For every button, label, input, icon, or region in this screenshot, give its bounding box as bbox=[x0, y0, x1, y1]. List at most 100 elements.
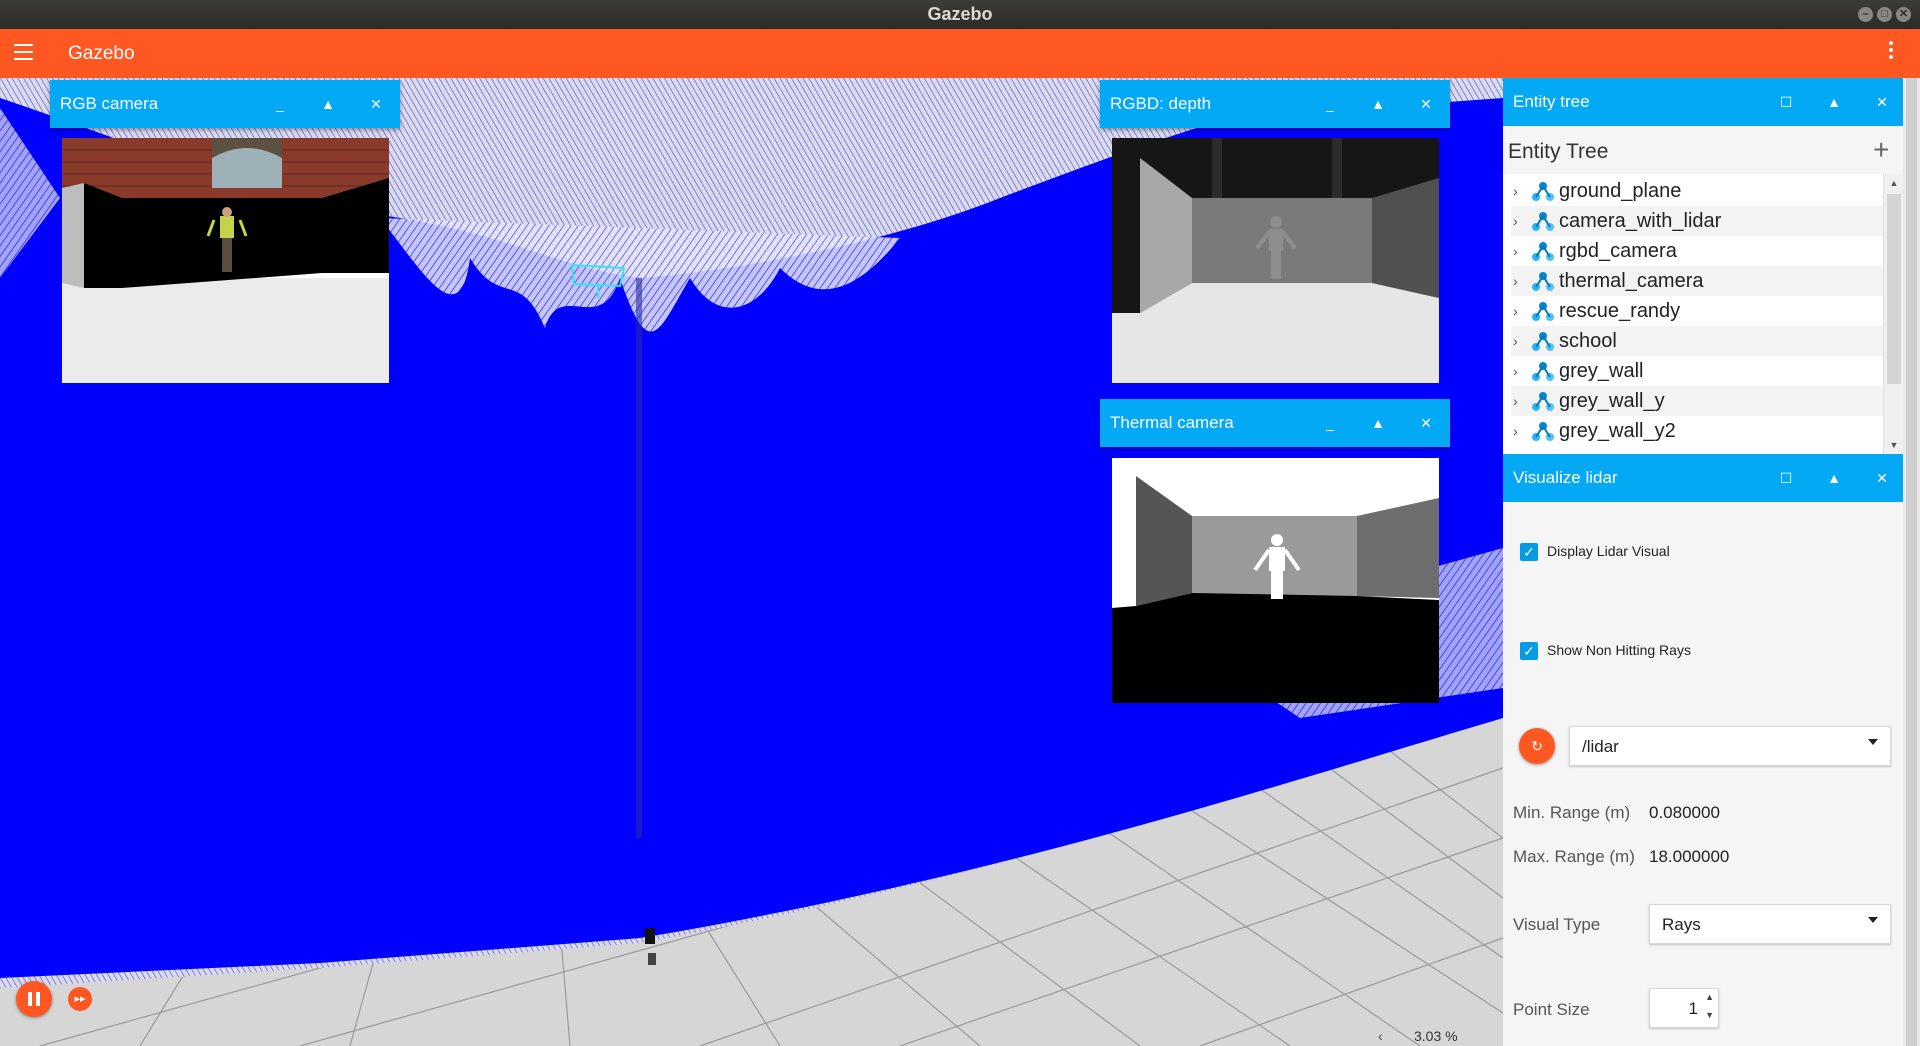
right-panel-scrollbar[interactable] bbox=[1903, 78, 1920, 1046]
entity-tree-item[interactable]: › rgbd_camera bbox=[1511, 236, 1883, 266]
entity-tree-item[interactable]: › grey_wall_y2 bbox=[1511, 416, 1883, 446]
entity-tree-item[interactable]: › rescue_randy bbox=[1511, 296, 1883, 326]
dock-up-icon[interactable]: ▲ bbox=[1366, 92, 1390, 116]
display-lidar-label: Display Lidar Visual bbox=[1547, 543, 1670, 559]
chevron-right-icon[interactable]: › bbox=[1513, 296, 1518, 326]
model-icon bbox=[1532, 182, 1554, 201]
entity-name: ground_plane bbox=[1559, 180, 1682, 202]
thermal-camera-panel-bar[interactable]: Thermal camera _ ▲ ✕ bbox=[1100, 399, 1450, 447]
thermal-camera-title: Thermal camera bbox=[1110, 413, 1234, 432]
chevron-right-icon[interactable]: › bbox=[1513, 326, 1518, 356]
entity-name: grey_wall_y bbox=[1559, 390, 1665, 412]
chevron-right-icon[interactable]: › bbox=[1513, 176, 1518, 206]
show-non-hitting-rays-label: Show Non Hitting Rays bbox=[1547, 642, 1691, 658]
visualize-lidar-panel-bar[interactable]: Visualize lidar ☐ ▲ ✕ bbox=[1503, 454, 1903, 502]
dock-up-icon[interactable]: ▲ bbox=[1822, 90, 1846, 114]
close-icon[interactable]: ✕ bbox=[1414, 92, 1438, 116]
entity-tree-item[interactable]: › grey_wall bbox=[1511, 356, 1883, 386]
pause-button[interactable] bbox=[16, 981, 52, 1017]
visual-type-select[interactable]: Rays bbox=[1649, 904, 1891, 944]
add-entity-icon[interactable]: + bbox=[1873, 134, 1889, 166]
close-icon[interactable]: ✕ bbox=[364, 92, 388, 116]
rgbd-depth-image bbox=[1112, 138, 1439, 383]
minimize-window-icon[interactable]: – bbox=[1858, 7, 1873, 22]
entity-tree-item[interactable]: › camera_with_lidar bbox=[1511, 206, 1883, 236]
entity-tree-list: › ground_plane › camera_with_lidar › rgbd_cam… bbox=[1503, 174, 1903, 454]
max-range-label: Max. Range (m) bbox=[1513, 847, 1635, 866]
model-icon bbox=[1532, 242, 1554, 261]
display-lidar-checkbox[interactable]: ✓ bbox=[1520, 543, 1538, 561]
entity-tree-item[interactable]: › grey_wall_y bbox=[1511, 386, 1883, 416]
maximize-icon[interactable]: ☐ bbox=[1774, 466, 1798, 490]
close-icon[interactable]: ✕ bbox=[1870, 466, 1894, 490]
rgb-camera-title: RGB camera bbox=[60, 94, 159, 113]
rgb-camera-image bbox=[62, 138, 389, 383]
model-icon bbox=[1532, 302, 1554, 321]
show-non-hitting-rays-checkbox[interactable]: ✓ bbox=[1520, 642, 1538, 660]
model-icon bbox=[1532, 422, 1554, 441]
min-range-value: 0.080000 bbox=[1649, 803, 1720, 822]
step-forward-icon[interactable]: ▸▸ bbox=[68, 987, 92, 1011]
entity-tree-heading: Entity Tree bbox=[1508, 140, 1609, 163]
thermal-camera-image bbox=[1112, 458, 1439, 703]
entity-name: grey_wall bbox=[1559, 360, 1644, 382]
chevron-right-icon[interactable]: › bbox=[1513, 266, 1518, 296]
hamburger-menu-icon[interactable] bbox=[14, 44, 33, 60]
minimize-icon[interactable]: _ bbox=[1318, 411, 1342, 435]
decrement-icon[interactable]: ▼ bbox=[1705, 1010, 1714, 1020]
model-icon bbox=[1532, 272, 1554, 291]
entity-tree-scrollbar[interactable]: ▲ ▼ bbox=[1883, 174, 1903, 454]
entity-name: rgbd_camera bbox=[1559, 240, 1677, 262]
entity-name: rescue_randy bbox=[1559, 300, 1681, 322]
model-icon bbox=[1532, 212, 1554, 231]
visual-type-value: Rays bbox=[1662, 915, 1701, 934]
entity-name: thermal_camera bbox=[1559, 270, 1704, 292]
chevron-right-icon[interactable]: › bbox=[1513, 356, 1518, 386]
entity-tree-item[interactable]: › school bbox=[1511, 326, 1883, 356]
rgbd-depth-panel-bar[interactable]: RGBD: depth _ ▲ ✕ bbox=[1100, 80, 1450, 128]
increment-icon[interactable]: ▲ bbox=[1705, 992, 1714, 1002]
minimize-icon[interactable]: _ bbox=[268, 92, 292, 116]
chevron-down-icon bbox=[1868, 917, 1878, 923]
rgbd-depth-title: RGBD: depth bbox=[1110, 94, 1212, 113]
entity-name: school bbox=[1559, 330, 1617, 352]
entity-tree-panel-bar[interactable]: Entity tree ☐ ▲ ✕ bbox=[1503, 78, 1903, 126]
app-title: Gazebo bbox=[68, 43, 135, 64]
max-range-value: 18.000000 bbox=[1649, 847, 1730, 866]
entity-tree-item[interactable]: › thermal_camera bbox=[1511, 266, 1883, 296]
os-window-titlebar: Gazebo – □ ✕ bbox=[0, 0, 1920, 29]
min-range-label: Min. Range (m) bbox=[1513, 803, 1631, 822]
chevron-right-icon[interactable]: › bbox=[1513, 206, 1518, 236]
dock-up-icon[interactable]: ▲ bbox=[1822, 466, 1846, 490]
sensor-model bbox=[645, 928, 655, 944]
entity-name: camera_with_lidar bbox=[1559, 210, 1722, 232]
lidar-topic-select[interactable]: /lidar bbox=[1569, 726, 1891, 766]
dock-up-icon[interactable]: ▲ bbox=[316, 92, 340, 116]
chevron-right-icon[interactable]: › bbox=[1513, 416, 1518, 446]
real-time-factor: 3.03 % bbox=[1414, 1028, 1458, 1044]
more-options-icon[interactable] bbox=[1887, 41, 1895, 65]
model-icon bbox=[1532, 392, 1554, 411]
model-icon bbox=[1532, 332, 1554, 351]
chevron-right-icon[interactable]: › bbox=[1513, 386, 1518, 416]
entity-tree-item[interactable]: › ground_plane bbox=[1511, 176, 1883, 206]
right-side-panel: Entity tree ☐ ▲ ✕ Entity Tree + › ground_… bbox=[1503, 78, 1903, 1046]
entity-name: grey_wall_y2 bbox=[1559, 420, 1676, 442]
stats-expand-icon[interactable]: ‹ bbox=[1378, 1028, 1383, 1044]
close-icon[interactable]: ✕ bbox=[1870, 90, 1894, 114]
maximize-icon[interactable]: ☐ bbox=[1774, 90, 1798, 114]
minimize-icon[interactable]: _ bbox=[1318, 92, 1342, 116]
dock-up-icon[interactable]: ▲ bbox=[1366, 411, 1390, 435]
chevron-right-icon[interactable]: › bbox=[1513, 236, 1518, 266]
close-icon[interactable]: ✕ bbox=[1414, 411, 1438, 435]
rgb-camera-panel-bar[interactable]: RGB camera _ ▲ ✕ bbox=[50, 80, 400, 128]
app-header: Gazebo bbox=[0, 29, 1920, 78]
chevron-down-icon bbox=[1868, 739, 1878, 745]
maximize-window-icon[interactable]: □ bbox=[1877, 7, 1892, 22]
close-window-icon[interactable]: ✕ bbox=[1896, 7, 1911, 22]
visualize-lidar-panel-title: Visualize lidar bbox=[1513, 468, 1618, 487]
point-size-spinbox[interactable]: 1 ▲ ▼ bbox=[1649, 988, 1719, 1028]
point-size-value: 1 bbox=[1688, 999, 1698, 1018]
os-window-title: Gazebo bbox=[927, 4, 993, 24]
refresh-topics-icon[interactable]: ↻ bbox=[1519, 728, 1555, 764]
